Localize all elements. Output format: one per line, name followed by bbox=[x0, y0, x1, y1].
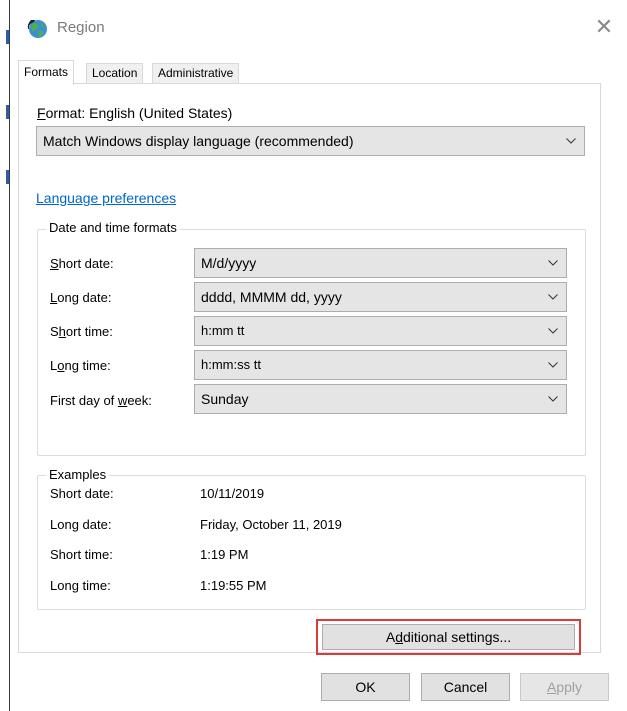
ok-button[interactable]: OK bbox=[321, 673, 410, 701]
label-accesskey: S bbox=[50, 256, 59, 271]
title-bar[interactable]: Region ✕ bbox=[10, 0, 627, 54]
button-label-part: ditional settings... bbox=[402, 629, 512, 645]
long-time-select[interactable]: h:mm:ss tt bbox=[194, 350, 567, 380]
date-time-formats-title: Date and time formats bbox=[46, 220, 180, 235]
chevron-down-icon bbox=[546, 385, 560, 413]
short-date-value: M/d/yyyy bbox=[201, 255, 257, 271]
label-part: eek: bbox=[127, 393, 152, 408]
label-part: ng time: bbox=[64, 358, 111, 373]
tab-formats[interactable]: Formats bbox=[18, 60, 75, 85]
label-accesskey: w bbox=[117, 393, 128, 408]
format-select-value: Match Windows display language (recommen… bbox=[43, 133, 354, 149]
label-part: hort date: bbox=[58, 256, 114, 271]
close-button[interactable]: ✕ bbox=[581, 8, 627, 46]
format-label-text: ormat: English (United States) bbox=[45, 105, 233, 121]
short-time-select[interactable]: h:mm tt bbox=[194, 316, 567, 346]
long-date-value: dddd, MMMM dd, yyyy bbox=[201, 289, 342, 305]
chevron-down-icon bbox=[564, 127, 578, 155]
chevron-down-icon bbox=[546, 249, 560, 277]
example-short-time-label: Short time: bbox=[50, 547, 113, 562]
format-select[interactable]: Match Windows display language (recommen… bbox=[36, 126, 585, 156]
cancel-button[interactable]: Cancel bbox=[421, 673, 510, 701]
example-long-time-label: Long time: bbox=[50, 578, 111, 593]
short-date-select[interactable]: M/d/yyyy bbox=[194, 248, 567, 278]
language-preferences-link[interactable]: Language preferences bbox=[36, 190, 176, 206]
label-part: First day of bbox=[50, 393, 118, 408]
format-label-accesskey: F bbox=[37, 105, 46, 121]
long-date-select[interactable]: dddd, MMMM dd, yyyy bbox=[194, 282, 567, 312]
short-date-label: Short date: bbox=[50, 256, 114, 271]
example-long-time-value: 1:19:55 PM bbox=[200, 578, 267, 593]
short-time-value: h:mm tt bbox=[201, 323, 245, 338]
additional-settings-button[interactable]: Ad ditional settings... bbox=[322, 624, 575, 650]
first-day-of-week-select[interactable]: Sunday bbox=[194, 384, 567, 414]
first-day-of-week-label: First day of week: bbox=[50, 393, 152, 408]
window-title: Region bbox=[57, 19, 105, 36]
long-date-label: Long date: bbox=[50, 290, 111, 305]
example-short-date-value: 10/11/2019 bbox=[200, 486, 265, 501]
formats-panel: Format: English (United States) Match Wi… bbox=[18, 83, 601, 655]
format-label: Format: English (United States) bbox=[37, 105, 232, 121]
label-part: S bbox=[50, 324, 59, 339]
button-label-accesskey: A bbox=[546, 679, 557, 695]
chevron-down-icon bbox=[546, 283, 560, 311]
examples-title: Examples bbox=[46, 467, 110, 482]
tab-location[interactable]: Location bbox=[86, 63, 144, 84]
button-label-accesskey: d bbox=[395, 629, 403, 645]
tab-administrative[interactable]: Administrative bbox=[152, 63, 240, 84]
label-part: ort time: bbox=[65, 324, 113, 339]
close-icon: ✕ bbox=[594, 14, 614, 39]
label-part: ong date: bbox=[57, 290, 112, 305]
examples-group bbox=[37, 475, 586, 610]
long-time-label: Long time: bbox=[50, 358, 111, 373]
example-short-date-label: Short date: bbox=[50, 486, 114, 501]
example-short-time-value: 1:19 PM bbox=[200, 547, 249, 562]
label-accesskey: h bbox=[58, 324, 66, 339]
example-long-date-label: Long date: bbox=[50, 517, 112, 532]
example-long-date-value: Friday, October 11, 2019 bbox=[200, 517, 342, 532]
chevron-down-icon bbox=[546, 317, 560, 345]
globe-icon bbox=[27, 18, 49, 40]
button-label-part: pply bbox=[556, 679, 583, 695]
background-window-edge bbox=[0, 0, 9, 711]
long-time-value: h:mm:ss tt bbox=[201, 357, 261, 372]
chevron-down-icon bbox=[546, 351, 560, 379]
button-label-part: A bbox=[385, 629, 396, 645]
short-time-label: Short time: bbox=[50, 324, 113, 339]
first-day-of-week-value: Sunday bbox=[201, 391, 249, 407]
apply-button[interactable]: Apply bbox=[520, 673, 609, 701]
